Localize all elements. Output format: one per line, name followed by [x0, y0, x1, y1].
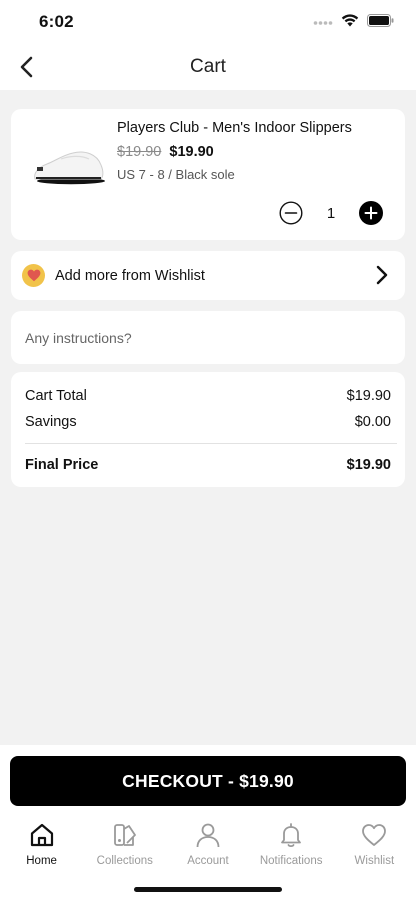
- cart-item-card: Players Club - Men's Indoor Slippers $19…: [11, 109, 405, 240]
- savings-value: $0.00: [354, 414, 391, 430]
- order-summary: Cart Total $19.90 Savings $0.00 Final Pr…: [11, 372, 405, 487]
- collections-icon: [113, 824, 136, 846]
- instructions-input[interactable]: [25, 311, 391, 364]
- tab-label: Account: [187, 855, 229, 867]
- divider: [25, 443, 397, 444]
- wishlist-heart-icon: [22, 264, 45, 287]
- tab-wishlist[interactable]: Wishlist: [333, 821, 416, 869]
- savings-label: Savings: [25, 414, 77, 430]
- cart-total-value: $19.90: [346, 388, 391, 404]
- tab-notifications[interactable]: Notifications: [250, 821, 333, 869]
- home-indicator: [134, 887, 282, 892]
- battery-icon: [367, 14, 394, 27]
- final-price-value: $19.90: [346, 457, 391, 473]
- header: Cart: [0, 44, 416, 90]
- chevron-right-icon: [376, 265, 388, 285]
- instructions-card: [11, 311, 405, 364]
- status-icons: [313, 14, 394, 27]
- home-icon: [30, 823, 53, 847]
- quantity-value: 1: [326, 204, 336, 222]
- wifi-icon: [341, 14, 359, 27]
- item-name[interactable]: Players Club - Men's Indoor Slippers: [117, 120, 352, 136]
- tab-label: Collections: [96, 855, 153, 867]
- status-time: 6:02: [39, 12, 74, 31]
- item-variant: US 7 - 8 / Black sole: [117, 167, 235, 182]
- quantity-stepper: 1: [279, 201, 383, 225]
- original-price: $19.90: [117, 144, 162, 160]
- tab-label: Home: [26, 855, 57, 867]
- cart-total-label: Cart Total: [25, 388, 87, 404]
- wishlist-label: Add more from Wishlist: [55, 268, 205, 284]
- checkout-button[interactable]: CHECKOUT - $19.90: [10, 756, 406, 806]
- cart-total-row: Cart Total $19.90: [25, 388, 391, 404]
- price-row: $19.90 $19.90: [117, 144, 214, 160]
- signal-icon: [313, 20, 333, 25]
- savings-row: Savings $0.00: [25, 414, 391, 430]
- sale-price: $19.90: [169, 144, 214, 160]
- final-price-row: Final Price $19.90: [25, 457, 391, 473]
- bottom-panel: CHECKOUT - $19.90 Home Collections Accou…: [0, 745, 416, 900]
- increase-quantity-button[interactable]: [359, 201, 383, 225]
- status-bar: 6:02: [0, 0, 416, 44]
- tab-account[interactable]: Account: [166, 821, 249, 869]
- final-price-label: Final Price: [25, 457, 99, 473]
- tab-label: Notifications: [259, 855, 323, 867]
- tab-bar: Home Collections Account Notifications W…: [0, 821, 416, 869]
- page-title: Cart: [190, 56, 226, 77]
- heart-icon: [362, 824, 387, 846]
- account-icon: [196, 823, 220, 848]
- tab-collections[interactable]: Collections: [83, 821, 166, 869]
- tab-label: Wishlist: [354, 855, 395, 867]
- bell-icon: [281, 823, 302, 848]
- add-from-wishlist-row[interactable]: Add more from Wishlist: [11, 251, 405, 300]
- tab-home[interactable]: Home: [0, 821, 83, 869]
- product-image[interactable]: [27, 137, 113, 187]
- decrease-quantity-button[interactable]: [279, 201, 303, 225]
